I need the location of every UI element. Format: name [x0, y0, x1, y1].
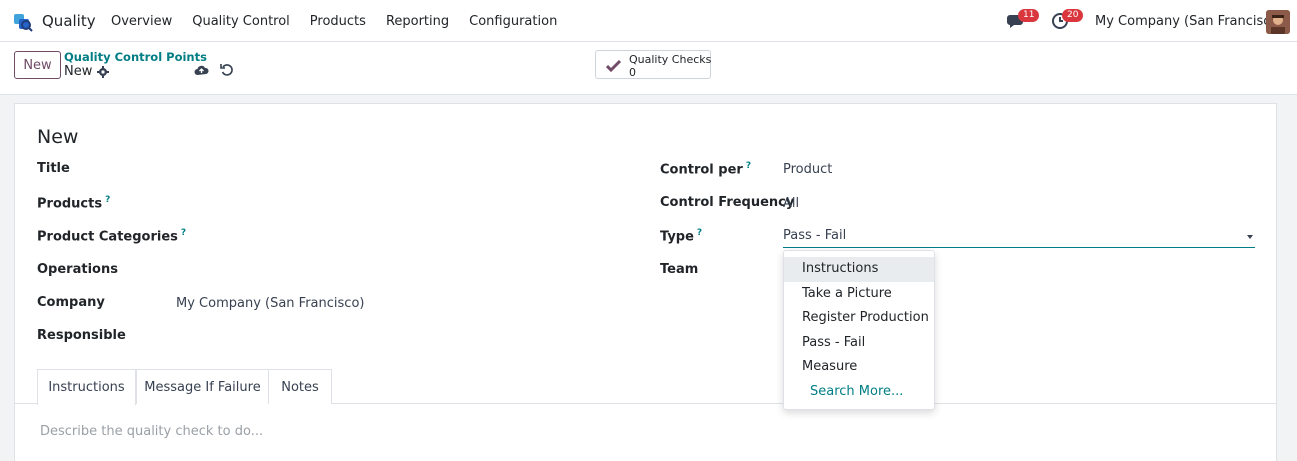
record-name: New [64, 64, 93, 79]
quality-checks-label: Quality Checks [629, 53, 712, 66]
menu-reporting[interactable]: Reporting [386, 14, 449, 29]
dropdown-option-register-production[interactable]: Register Production [784, 306, 934, 331]
quality-checks-button[interactable]: Quality Checks 0 [595, 50, 711, 79]
company-field[interactable]: My Company (San Francisco) [176, 296, 364, 311]
control-frequency-field[interactable]: All [783, 196, 799, 211]
dropdown-option-measure[interactable]: Measure [784, 355, 934, 380]
dropdown-option-pass-fail[interactable]: Pass - Fail [784, 331, 934, 356]
products-label: Products? [37, 195, 110, 211]
new-button[interactable]: New [14, 51, 61, 79]
menu-products[interactable]: Products [310, 14, 366, 29]
avatar[interactable] [1266, 10, 1290, 34]
control-per-field[interactable]: Product [783, 162, 832, 177]
type-dropdown-menu: Instructions Take a Picture Register Pro… [783, 250, 935, 410]
company-label: Company [37, 295, 105, 310]
control-frequency-label: Control Frequency [660, 195, 795, 210]
control-per-label: Control per? [660, 161, 751, 177]
product-categories-label: Product Categories? [37, 228, 186, 244]
breadcrumb[interactable]: Quality Control Points [64, 50, 207, 64]
cloud-save-icon[interactable] [194, 64, 209, 77]
type-select[interactable]: Pass - Fail [783, 228, 1255, 248]
products-help-icon[interactable]: ? [105, 195, 110, 205]
dropdown-search-more[interactable]: Search More... [784, 380, 934, 404]
control-per-label-text: Control per [660, 162, 743, 178]
control-per-help-icon[interactable]: ? [746, 161, 751, 171]
top-navbar: Quality Overview Quality Control Product… [0, 0, 1297, 42]
control-panel: New Quality Control Points New Quality C… [0, 42, 1297, 95]
quality-app-icon[interactable] [14, 12, 34, 32]
tab-notes[interactable]: Notes [268, 369, 332, 404]
title-label: Title [37, 161, 70, 176]
checkmark-icon [606, 59, 622, 72]
form-sheet: New Title Products? Product Categories? … [14, 103, 1277, 461]
company-switcher[interactable]: My Company (San Francisco) [1095, 14, 1283, 29]
dropdown-option-take-a-picture[interactable]: Take a Picture [784, 282, 934, 307]
tab-instructions[interactable]: Instructions [37, 369, 136, 405]
notebook-tabs: Instructions Message If Failure Notes [15, 369, 1276, 405]
activities-badge: 20 [1062, 9, 1084, 22]
product-categories-help-icon[interactable]: ? [181, 228, 186, 238]
type-label-text: Type [660, 229, 694, 245]
undo-icon[interactable] [220, 63, 234, 77]
team-label: Team [660, 262, 699, 277]
main-menu: Overview Quality Control Products Report… [111, 14, 577, 29]
menu-overview[interactable]: Overview [111, 14, 172, 29]
app-name[interactable]: Quality [42, 12, 96, 30]
chevron-down-icon[interactable] [1247, 235, 1253, 239]
type-label: Type? [660, 228, 702, 244]
page-title[interactable]: New [37, 126, 78, 148]
messages-badge: 11 [1018, 9, 1040, 22]
dropdown-option-instructions[interactable]: Instructions [784, 257, 934, 282]
tab-message-if-failure[interactable]: Message If Failure [136, 369, 269, 404]
gear-icon[interactable] [97, 66, 109, 78]
menu-quality-control[interactable]: Quality Control [192, 14, 290, 29]
type-select-value: Pass - Fail [783, 228, 847, 243]
quality-checks-count: 0 [629, 66, 636, 79]
responsible-label: Responsible [37, 328, 126, 343]
operations-label: Operations [37, 262, 118, 277]
products-label-text: Products [37, 196, 103, 212]
product-categories-label-text: Product Categories [37, 229, 178, 245]
type-help-icon[interactable]: ? [697, 228, 702, 238]
instructions-editor[interactable]: Describe the quality check to do... [40, 424, 263, 439]
menu-configuration[interactable]: Configuration [469, 14, 557, 29]
